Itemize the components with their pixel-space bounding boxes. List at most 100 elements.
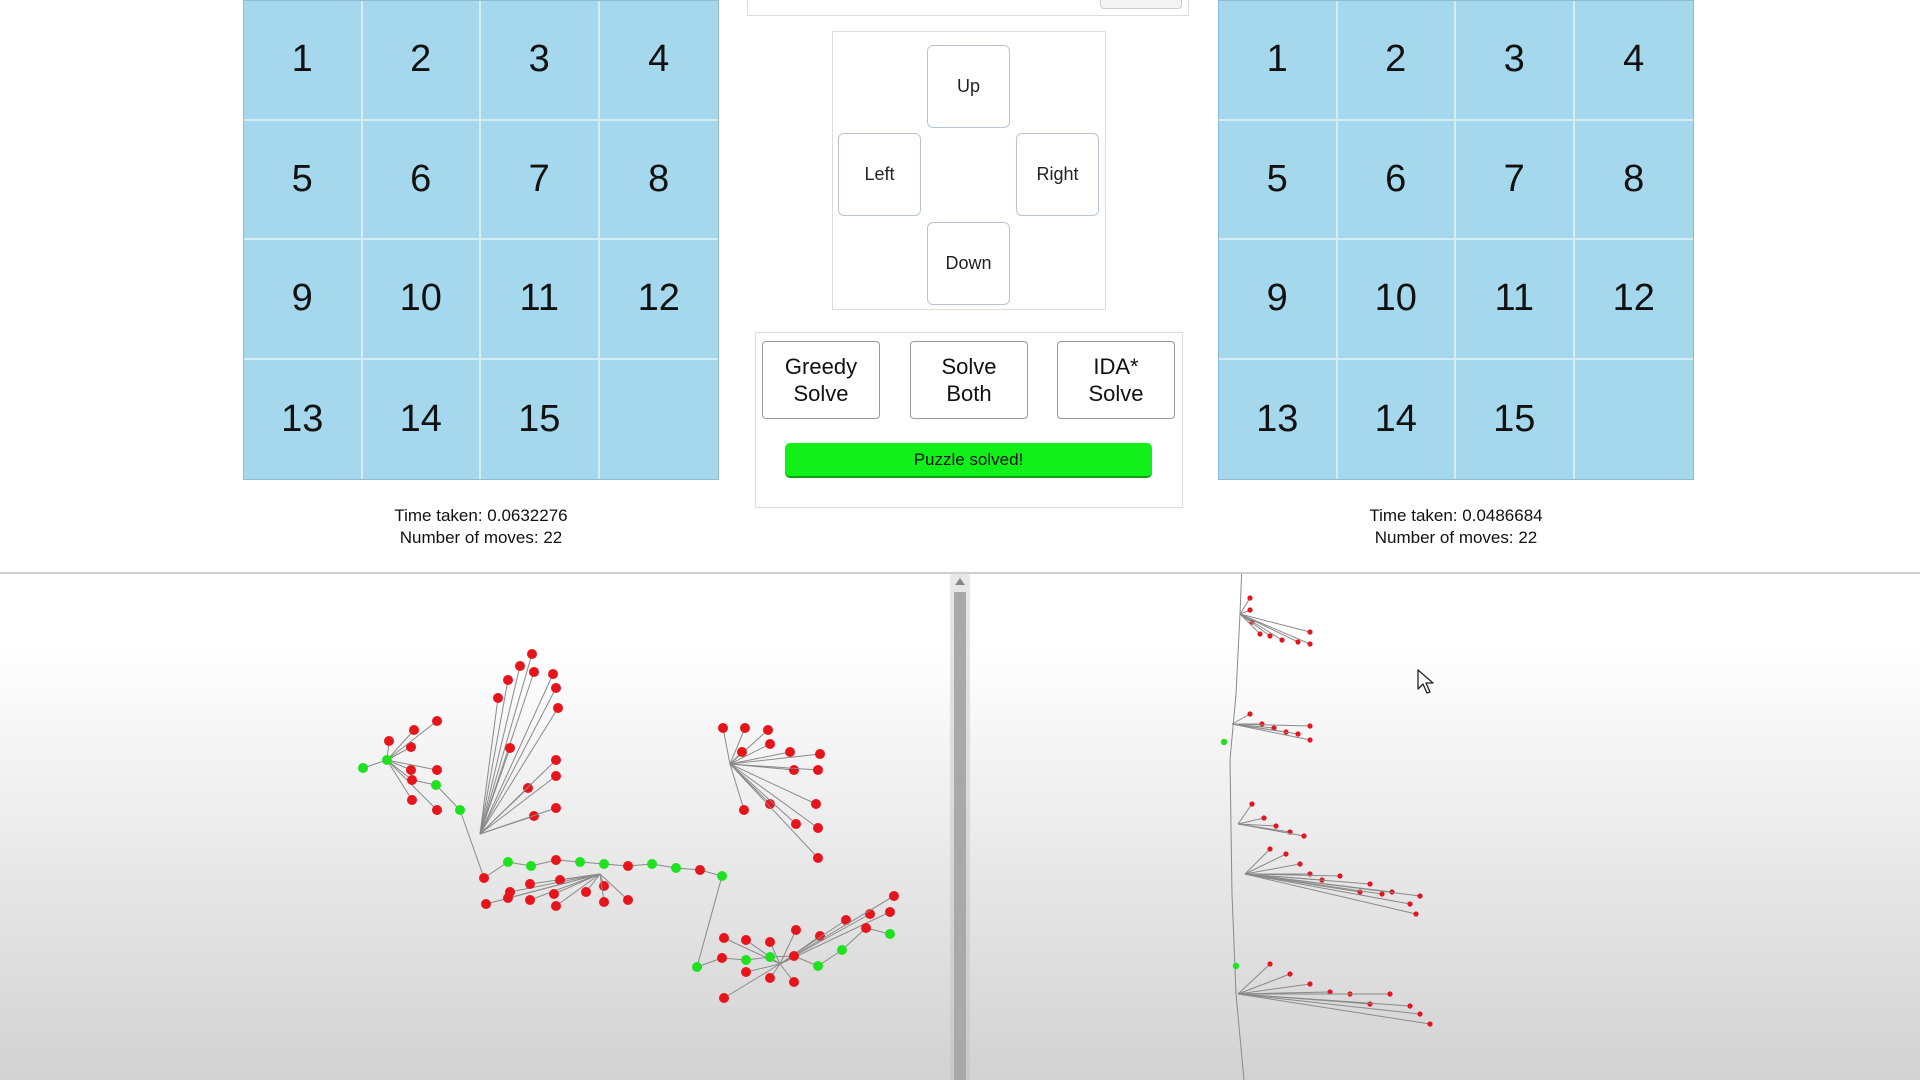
ida-search-tree[interactable]: [970, 574, 1920, 1080]
puzzle-tile[interactable]: 5: [244, 120, 363, 240]
puzzle-tile[interactable]: 10: [362, 240, 481, 360]
left-button[interactable]: Left: [838, 133, 921, 216]
puzzle-tile[interactable]: 10: [1337, 240, 1456, 360]
explored-node: [548, 669, 558, 679]
explored-node: [765, 973, 775, 983]
puzzle-tile[interactable]: 2: [1337, 1, 1456, 121]
puzzle-tile[interactable]: 15: [1456, 359, 1575, 479]
path-node: [358, 763, 368, 773]
explored-node: [1273, 823, 1279, 829]
explored-node: [789, 951, 799, 961]
explored-node: [599, 897, 609, 907]
tree-edge: [479, 747, 511, 835]
puzzle-tile[interactable]: 11: [1456, 240, 1575, 360]
mouse-pointer-icon: [1417, 669, 1434, 694]
path-node: [885, 929, 895, 939]
path-node: [455, 805, 465, 815]
puzzle-tile[interactable]: 7: [481, 120, 600, 240]
puzzle-tile[interactable]: 6: [362, 120, 481, 240]
tree-edge: [729, 743, 771, 765]
path-node: [503, 857, 513, 867]
up-button[interactable]: Up: [927, 45, 1010, 128]
puzzle-tile[interactable]: 8: [599, 121, 718, 240]
explored-node: [737, 747, 747, 757]
greedy-search-tree-pane[interactable]: [0, 574, 950, 1080]
puzzle-tile[interactable]: 12: [1574, 240, 1693, 360]
solve-both-button[interactable]: Solve Both: [910, 341, 1028, 419]
tree-edge: [1244, 853, 1287, 875]
puzzle-tile[interactable]: 4: [1574, 1, 1693, 121]
graph-scrollbar[interactable]: [950, 574, 970, 1080]
puzzle-tile[interactable]: 15: [481, 359, 600, 479]
explored-node: [515, 661, 525, 671]
puzzle-tile[interactable]: 14: [1338, 359, 1456, 479]
solver-panel: Greedy Solve Solve Both IDA* Solve Puzzl…: [755, 332, 1183, 508]
tree-edge: [1244, 873, 1421, 897]
empty-tile[interactable]: [1575, 360, 1694, 480]
greedy-solve-button[interactable]: Greedy Solve: [762, 341, 880, 419]
explored-node: [1301, 833, 1307, 839]
explored-node: [1379, 891, 1385, 897]
top-strip-button[interactable]: [1100, 0, 1182, 9]
explored-node: [551, 901, 561, 911]
ida-puzzle-board: 1 2 3 4 5 6 7 8 9 10 11 12 13 14 15: [1218, 0, 1694, 480]
explored-node: [741, 935, 751, 945]
puzzle-tile[interactable]: 2: [362, 1, 481, 121]
right-button[interactable]: Right: [1016, 133, 1099, 216]
puzzle-tile[interactable]: 1: [1219, 1, 1338, 121]
ida-search-tree-pane[interactable]: [970, 574, 1920, 1080]
explored-node: [1387, 991, 1393, 997]
explored-node: [1249, 801, 1255, 807]
puzzle-tile[interactable]: 5: [1219, 120, 1338, 240]
puzzle-tile[interactable]: 4: [599, 1, 718, 121]
greedy-search-tree[interactable]: [0, 574, 950, 1080]
tree-edge: [1231, 713, 1251, 725]
tree-edge: [1229, 759, 1233, 895]
scrollbar-thumb[interactable]: [954, 592, 966, 1080]
explored-node: [1427, 1021, 1433, 1027]
puzzle-tile[interactable]: 3: [1456, 1, 1575, 121]
explored-node: [885, 907, 895, 917]
explored-node: [1307, 737, 1313, 743]
path-node: [526, 861, 536, 871]
puzzle-tile[interactable]: 13: [244, 359, 363, 479]
tree-edge: [1237, 963, 1271, 995]
puzzle-tile[interactable]: 7: [1456, 120, 1575, 240]
path-node: [692, 962, 702, 972]
scroll-up-arrow-icon[interactable]: [955, 578, 965, 585]
puzzle-tile[interactable]: 1: [244, 1, 363, 121]
ida-solve-button[interactable]: IDA* Solve: [1057, 341, 1175, 419]
empty-tile[interactable]: [600, 360, 719, 480]
puzzle-tile[interactable]: 9: [244, 240, 363, 360]
explored-node: [740, 723, 750, 733]
puzzle-tile[interactable]: 13: [1219, 359, 1338, 479]
explored-node: [1367, 1001, 1373, 1007]
explored-node: [1417, 893, 1423, 899]
path-node: [717, 871, 727, 881]
puzzle-tile[interactable]: 3: [481, 1, 600, 121]
down-button[interactable]: Down: [927, 222, 1010, 305]
explored-node: [1307, 629, 1313, 635]
puzzle-tile[interactable]: 14: [363, 359, 481, 479]
explored-node: [789, 977, 799, 987]
puzzle-tile[interactable]: 9: [1219, 240, 1338, 360]
puzzle-tile[interactable]: 12: [599, 240, 718, 360]
explored-node: [409, 725, 419, 735]
explored-node: [791, 819, 801, 829]
explored-node: [813, 823, 823, 833]
ida-stats: Time taken: 0.0486684 Number of moves: 2…: [1218, 505, 1694, 549]
explored-node: [1259, 721, 1265, 727]
puzzle-tile[interactable]: 8: [1574, 121, 1693, 240]
explored-node: [811, 799, 821, 809]
path-node: [647, 859, 657, 869]
explored-node: [623, 895, 633, 905]
explored-node: [1297, 861, 1303, 867]
tree-edge: [729, 763, 817, 805]
explored-node: [1337, 873, 1343, 879]
tree-edge: [1239, 574, 1243, 615]
puzzle-tile[interactable]: 11: [481, 240, 600, 360]
puzzle-tile[interactable]: 6: [1337, 120, 1456, 240]
explored-node: [1307, 723, 1313, 729]
explored-node: [527, 649, 537, 659]
explored-node: [1413, 911, 1419, 917]
